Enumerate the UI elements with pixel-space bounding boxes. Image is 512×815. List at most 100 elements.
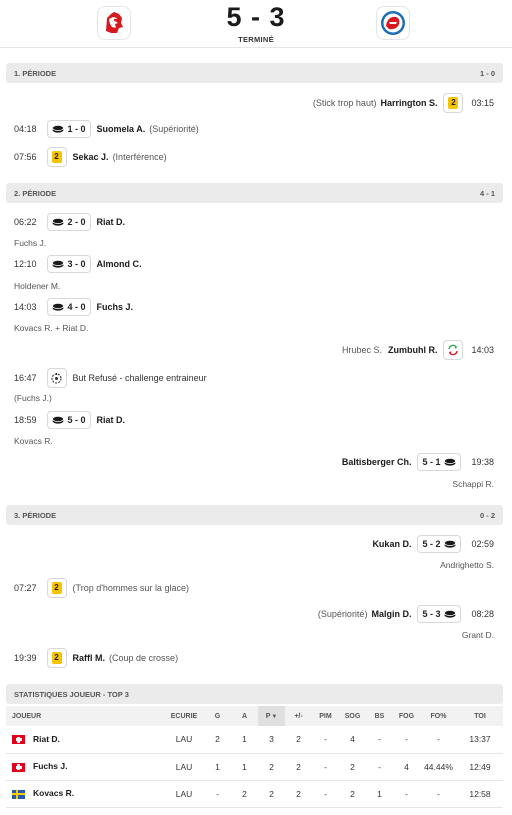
col-header[interactable]: G: [204, 706, 231, 726]
cell-a: 1: [242, 734, 247, 745]
event-player: Sekac J.: [72, 152, 109, 162]
col-header[interactable]: ECURIE: [164, 706, 204, 726]
cell-pim: -: [324, 734, 327, 745]
stats-title: STATISTIQUES JOUEUR - TOP 3: [14, 690, 129, 699]
event-goalie-change[interactable]: Hrubec S. Zumbuhl R. 14:03: [342, 340, 494, 360]
penalty-icon: 2: [46, 648, 67, 668]
event-player: Kukan D.: [372, 539, 412, 549]
event-time: 19:38: [471, 457, 494, 467]
event-goal[interactable]: (Supériorité) Malgin D. 5 - 3 08:28: [318, 605, 494, 623]
away-team-logo[interactable]: [376, 6, 410, 40]
col-header[interactable]: SOG: [339, 706, 366, 726]
period-title: 1. PÉRIODE: [14, 69, 57, 78]
event-goal[interactable]: 12:10 3 - 0 Almond C.: [14, 255, 142, 273]
goal-chip: 5 - 3: [417, 605, 462, 623]
goal-chip: 5 - 1: [417, 453, 462, 471]
goal-chip: 4 - 0: [46, 298, 91, 316]
event-assists: Andrighetto S.: [440, 560, 494, 570]
cell-p: 2: [269, 761, 274, 772]
event-penalty[interactable]: 19:39 2 Raffl M. (Coup de crosse): [14, 648, 178, 668]
cell-pim: -: [324, 788, 327, 799]
event-assists: Holdener M.: [14, 281, 61, 291]
cell-fo: 44.44%: [424, 761, 453, 772]
goal-chip: 5 - 0: [46, 411, 91, 429]
event-text: But Refusé - challenge entraineur: [72, 373, 207, 383]
col-header[interactable]: PIM: [312, 706, 339, 726]
col-label: P: [265, 712, 271, 720]
penalty-icon: 2: [46, 578, 67, 598]
table-row[interactable]: Riat D. LAU 2 1 3 2 - 4 - - - 13:37: [6, 726, 503, 753]
col-header[interactable]: FO%: [420, 706, 457, 726]
event-player: Almond C.: [96, 259, 142, 269]
final-score: 5 - 3: [226, 2, 286, 32]
event-time: 16:47: [14, 373, 37, 383]
cell-fog: 4: [404, 761, 409, 772]
cell-plusminus: 2: [296, 761, 301, 772]
switzerland-flag-icon: [12, 762, 25, 772]
match-header: 5 - 3 TERMINÉ: [0, 0, 512, 48]
event-assists: Schappi R.: [452, 479, 494, 489]
event-time: 03:15: [471, 98, 494, 108]
event-goal[interactable]: Kukan D. 5 - 2 02:59: [372, 535, 494, 553]
table-row[interactable]: Fuchs J. LAU 1 1 2 2 - 2 - 4 44.44% 12:4…: [6, 753, 503, 780]
period-score: 4 - 1: [479, 189, 495, 198]
event-goal[interactable]: 14:03 4 - 0 Fuchs J.: [14, 298, 133, 316]
col-header[interactable]: FOG: [393, 706, 420, 726]
cell-bs: -: [378, 761, 381, 772]
event-player: Harrington S.: [380, 98, 438, 108]
goal-score: 1 - 0: [67, 124, 86, 134]
puck-icon: [444, 610, 457, 618]
penalty-minutes: 2: [51, 582, 62, 594]
event-player: Baltisberger Ch.: [341, 457, 412, 467]
cell-team: LAU: [175, 761, 193, 772]
event-note: (Supériorité): [149, 124, 199, 134]
event-goal[interactable]: 06:22 2 - 0 Riat D.: [14, 213, 125, 231]
event-penalty[interactable]: (Stick trop haut) Harrington S. 2 03:15: [313, 93, 494, 113]
cell-plusminus: 2: [296, 734, 301, 745]
sweden-flag-icon: [12, 789, 25, 799]
event-player: Zumbuhl R.: [387, 345, 438, 355]
event-player: Malgin D.: [371, 609, 412, 619]
cell-p: 3: [269, 734, 274, 745]
goal-chip: 1 - 0: [46, 120, 91, 138]
cell-a: 1: [242, 761, 247, 772]
period-2-header: 2. PÉRIODE 4 - 1: [6, 183, 503, 203]
table-header-row: JOUEUR ECURIE G A P▼ +/- PIM SOG BS FOG …: [6, 706, 503, 726]
table-row[interactable]: Kovacs R. LAU - 2 2 2 - 2 1 - - 12:58: [6, 780, 503, 807]
event-penalty[interactable]: 07:27 2 (Trop d'hommes sur la glace): [14, 578, 189, 598]
col-header[interactable]: JOUEUR: [6, 706, 164, 726]
cell-toi: 12:58: [469, 788, 491, 799]
col-header[interactable]: TOI: [457, 706, 503, 726]
event-challenge[interactable]: 16:47 But Refusé - challenge entraineur: [14, 368, 207, 388]
player-name: Kovacs R.: [33, 788, 75, 799]
cell-g: 2: [215, 734, 220, 745]
event-goal[interactable]: Baltisberger Ch. 5 - 1 19:38: [342, 453, 494, 471]
match-status: TERMINÉ: [238, 35, 274, 44]
col-header-sorted[interactable]: P▼: [258, 706, 285, 726]
cell-toi: 12:49: [469, 761, 491, 772]
event-goal[interactable]: 18:59 5 - 0 Riat D.: [14, 411, 125, 429]
puck-icon: [444, 458, 457, 466]
period-3-header: 3. PÉRIODE 0 - 2: [6, 505, 503, 525]
cell-pim: -: [324, 761, 327, 772]
penalty-minutes: 2: [448, 97, 459, 109]
col-header[interactable]: +/-: [285, 706, 312, 726]
col-header[interactable]: BS: [366, 706, 393, 726]
player-cell: Riat D.: [6, 726, 164, 753]
goal-chip: 5 - 2: [417, 535, 462, 553]
cell-fog: -: [405, 734, 408, 745]
puck-icon: [51, 303, 64, 311]
cell-toi: 13:37: [469, 734, 491, 745]
puck-icon: [444, 540, 457, 548]
event-note: Hrubec S.: [341, 345, 382, 355]
event-goal[interactable]: 04:18 1 - 0 Suomela A. (Supériorité): [14, 120, 199, 138]
goal-score: 3 - 0: [67, 259, 86, 269]
cell-sog: 2: [350, 788, 355, 799]
cell-plusminus: 2: [296, 788, 301, 799]
event-player: Fuchs J.: [96, 302, 134, 312]
period-title: 2. PÉRIODE: [14, 189, 57, 198]
swap-arrows-icon: [448, 344, 459, 356]
event-penalty[interactable]: 07:56 2 Sekac J. (Interférence): [14, 147, 167, 167]
col-header[interactable]: A: [231, 706, 258, 726]
event-player: Riat D.: [96, 217, 126, 227]
